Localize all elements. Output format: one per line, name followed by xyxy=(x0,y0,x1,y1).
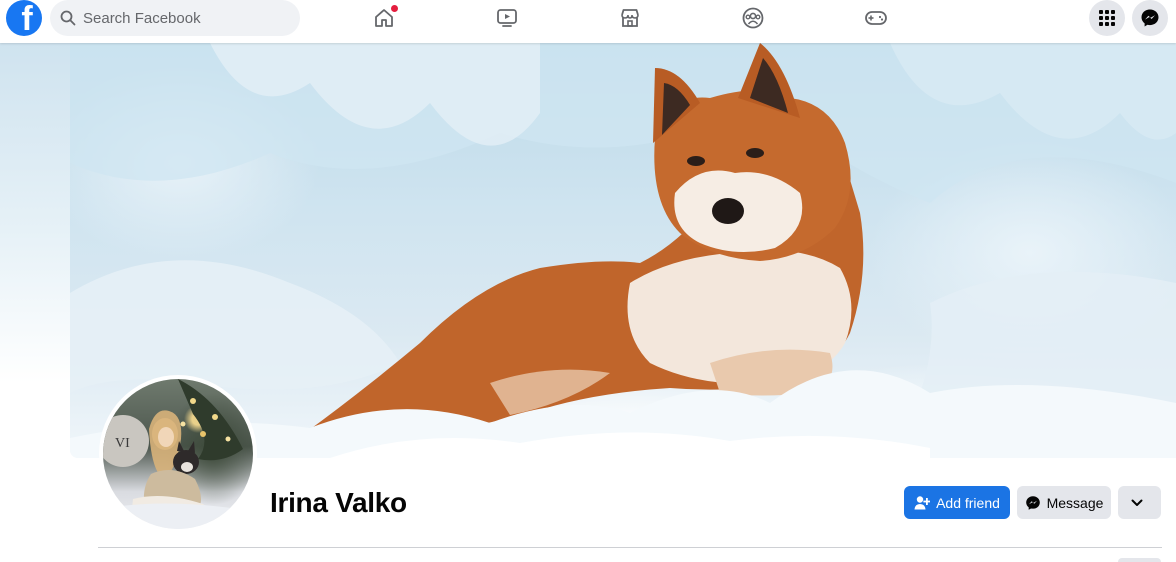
profile-tab-more-button[interactable] xyxy=(1118,558,1161,562)
message-label: Message xyxy=(1046,494,1104,511)
cover-photo[interactable] xyxy=(70,43,1176,458)
add-friend-label: Add friend xyxy=(936,494,1000,511)
message-button[interactable]: Message xyxy=(1017,486,1111,519)
search-box[interactable] xyxy=(50,0,300,36)
marketplace-icon xyxy=(621,9,639,27)
nav-groups-button[interactable] xyxy=(741,6,765,30)
profile-avatar[interactable]: VI xyxy=(99,375,257,533)
shiba-inu-dog-in-snow-image xyxy=(70,43,1176,458)
profile-photo-image: VI xyxy=(103,379,253,529)
chevron-down-icon xyxy=(1131,499,1142,506)
svg-text:VI: VI xyxy=(115,436,130,451)
add-friend-button[interactable]: Add friend xyxy=(904,486,1010,519)
profile-name: Irina Valko xyxy=(270,487,407,518)
profile-photo-illustration: VI xyxy=(103,379,253,529)
add-friend-icon xyxy=(914,495,931,509)
nav-watch-button[interactable] xyxy=(495,6,519,30)
watch-icon xyxy=(497,9,517,27)
search-input[interactable] xyxy=(83,9,283,27)
nav-home-button[interactable] xyxy=(372,5,398,30)
facebook-logo[interactable]: f xyxy=(6,0,42,36)
gaming-icon xyxy=(865,11,887,25)
messenger-icon xyxy=(1141,9,1159,27)
more-options-button[interactable] xyxy=(1118,486,1161,519)
nav-gaming-button[interactable] xyxy=(864,6,888,30)
facebook-logo-letter: f xyxy=(21,0,33,36)
messenger-button[interactable] xyxy=(1132,0,1168,36)
nav-marketplace-button[interactable] xyxy=(618,6,642,30)
profile-header-divider xyxy=(98,547,1162,548)
menu-grid-icon xyxy=(1099,10,1115,26)
messenger-icon xyxy=(1025,495,1040,510)
top-navigation-bar: f xyxy=(0,0,1176,43)
home-notification-dot xyxy=(391,5,398,12)
page-background-fade xyxy=(0,43,70,383)
search-icon xyxy=(60,10,76,26)
groups-icon xyxy=(742,7,764,29)
menu-button[interactable] xyxy=(1089,0,1125,36)
